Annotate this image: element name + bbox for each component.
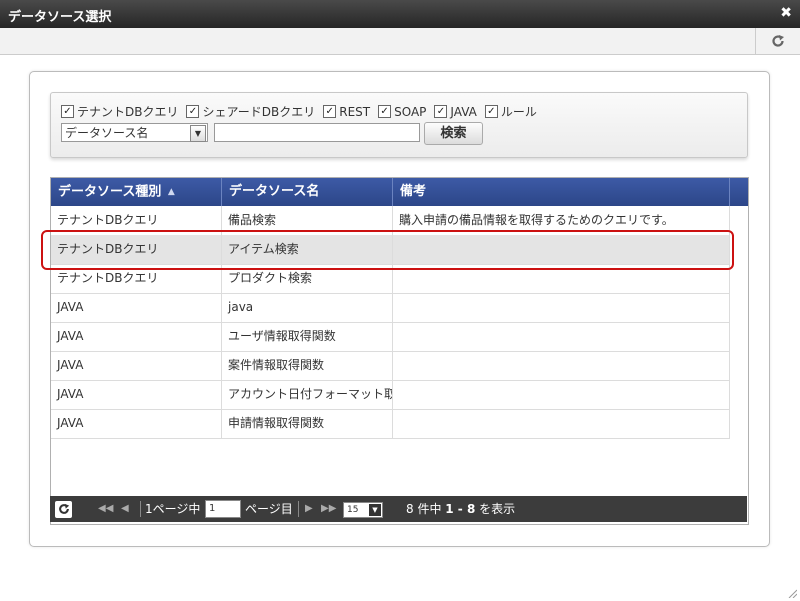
pager-separator [140,501,141,517]
cell-remarks [393,235,730,264]
checkbox-icon[interactable]: ✓ [61,105,74,118]
refresh-icon [772,35,784,47]
filter-checkbox[interactable]: ✓ REST [323,103,370,120]
filter-checkbox[interactable]: ✓ JAVA [434,103,477,120]
cell-remarks [393,264,730,293]
checkbox-icon[interactable]: ✓ [323,105,337,118]
page-suffix: ページ目 [245,502,293,516]
search-field-select-value: データソース名 [65,126,149,140]
chevron-down-icon: ▼ [190,125,206,142]
cell-datasource-type: テナントDBクエリ [51,235,222,264]
filter-checkbox[interactable]: ✓ テナントDBクエリ [61,103,178,120]
cell-datasource-name: 備品検索 [222,206,393,235]
close-icon[interactable]: ✖ [780,5,792,21]
datasource-table: データソース種別 ▲ データソース名 備考 テナントDBクエリ 備品検索 購入申請の… [50,177,749,525]
cell-datasource-name: アイテム検索 [222,235,393,264]
cell-datasource-type: テナントDBクエリ [51,264,222,293]
pager-refresh-button[interactable] [55,501,72,518]
cell-remarks [393,351,730,380]
page-prefix: 1ページ中 [145,502,201,516]
table-row[interactable]: テナントDBクエリ プロダクト検索 [51,264,730,294]
filter-label: SOAP [394,104,427,119]
checkbox-icon[interactable]: ✓ [434,105,448,118]
resize-handle-icon[interactable] [787,588,797,598]
sort-icon: ▲ [167,187,175,197]
checkbox-icon[interactable]: ✓ [186,105,200,118]
table-row[interactable]: JAVA 案件情報取得関数 [51,351,730,381]
refresh-icon [58,503,69,514]
cell-datasource-name: プロダクト検索 [222,264,393,293]
cell-datasource-name: java [222,293,393,322]
table-row[interactable]: テナントDBクエリ アイテム検索 [51,235,730,265]
cell-datasource-name: 申請情報取得関数 [222,409,393,438]
filter-checkbox[interactable]: ✓ SOAP [378,103,426,120]
pager-separator [298,501,299,517]
filter-label: JAVA [450,104,477,119]
table-row[interactable]: JAVAアカウント日付フォーマット取得関数 [51,380,730,410]
checkbox-icon[interactable]: ✓ [378,105,392,118]
filter-label: シェアードDBクエリ [202,105,316,119]
filter-label: ルール [500,105,537,119]
filter-checkbox[interactable]: ✓ シェアードDBクエリ [186,103,315,120]
table-row[interactable]: JAVA 申請情報取得関数 [51,409,730,439]
filter-label: テナントDBクエリ [77,105,179,119]
cell-remarks [393,380,730,409]
header-remarks[interactable]: 備考 [393,178,730,206]
cell-datasource-name: ユーザ情報取得関数 [222,322,393,351]
prev-page-icon[interactable]: ◀ [121,496,129,522]
cell-remarks: 購入申請の備品情報を取得するためのクエリです。 [393,206,730,235]
page-size-select[interactable]: 15 ▼ [343,502,383,518]
header-datasource-type[interactable]: データソース種別 ▲ [51,178,222,206]
dialog-toolbar [0,28,800,55]
table-row[interactable]: テナントDBクエリ 備品検索 購入申請の備品情報を取得するためのクエリです。 [51,206,730,236]
pager: ◀◀ ◀ 1ページ中 1 ページ目 ▶ ▶▶ 15 ▼ 8 件中 1 - 8 を… [50,496,747,522]
table-row[interactable]: JAVA ユーザ情報取得関数 [51,322,730,352]
first-page-icon[interactable]: ◀◀ [98,496,113,522]
cell-datasource-type: JAVA [51,322,222,351]
chevron-down-icon: ▼ [369,504,381,516]
table-row[interactable]: JAVA java [51,293,730,323]
filter-checkboxes: ✓ テナントDBクエリ ✓ シェアードDBクエリ ✓ REST ✓ SOAP ✓ JAVA ✓ ルール [61,103,537,120]
record-summary: 8 件中 1 - 8 を表示 [406,502,516,516]
cell-datasource-type: JAVA [51,380,222,409]
checkbox-icon[interactable]: ✓ [484,105,498,118]
search-input[interactable] [214,123,420,142]
cell-datasource-type: JAVA [51,293,222,322]
cell-datasource-type: JAVA [51,409,222,438]
header-datasource-name[interactable]: データソース名 [222,178,393,206]
dialog-title: データソース選択 [8,10,112,25]
filter-label: REST [339,104,371,119]
cell-datasource-type: テナントDBクエリ [51,206,222,235]
cell-remarks [393,409,730,438]
cell-datasource-type: JAVA [51,351,222,380]
page-number-input[interactable]: 1 [205,500,241,518]
search-field-select[interactable]: データソース名 ▼ [61,123,208,142]
search-button[interactable]: 検索 [424,122,483,145]
last-page-icon[interactable]: ▶▶ [321,496,336,522]
search-area: ✓ テナントDBクエリ ✓ シェアードDBクエリ ✓ REST ✓ SOAP ✓ JAVA ✓ ルール… [50,92,748,158]
cell-remarks [393,293,730,322]
page-size-value: 15 [347,505,359,515]
next-page-icon[interactable]: ▶ [305,496,313,522]
cell-remarks [393,322,730,351]
cell-datasource-name: 案件情報取得関数 [222,351,393,380]
title-bar: データソース選択 ✖ [0,0,800,28]
refresh-button[interactable] [755,28,800,54]
cell-datasource-name: アカウント日付フォーマット取得関数 [222,380,393,409]
table-header: データソース種別 ▲ データソース名 備考 [51,178,748,206]
filter-checkbox[interactable]: ✓ ルール [484,103,537,120]
